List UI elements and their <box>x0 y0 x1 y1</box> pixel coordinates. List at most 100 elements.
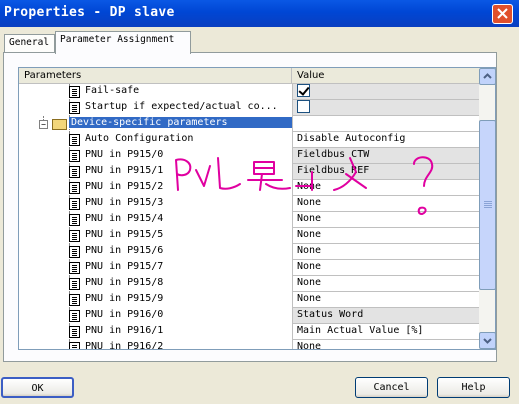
scroll-thumb[interactable] <box>479 120 495 290</box>
value-text: Disable Autoconfig <box>297 133 406 144</box>
parameter-icon <box>69 166 80 178</box>
table-row[interactable]: PNU in P915/4 None <box>19 212 479 228</box>
folder-icon <box>52 119 67 130</box>
value-text: Fieldbus REF <box>297 165 370 176</box>
value-cell[interactable]: Fieldbus CTW <box>292 148 479 164</box>
table-row[interactable]: Fail-safe <box>19 84 479 100</box>
parameter-icon <box>69 86 80 98</box>
table-row[interactable]: Auto Configuration Disable Autoconfig <box>19 132 479 148</box>
checkbox-checked[interactable] <box>297 84 310 97</box>
scroll-up-button[interactable] <box>479 68 495 85</box>
parameter-label: PNU in P915/8 <box>85 277 164 288</box>
table-row[interactable]: PNU in P916/0 Status Word <box>19 308 479 324</box>
parameter-cell[interactable]: PNU in P916/0 <box>19 308 292 324</box>
table-row[interactable]: PNU in P915/1 Fieldbus REF <box>19 164 479 180</box>
tab-parameter-assignment[interactable]: Parameter Assignment <box>55 31 191 54</box>
parameter-cell[interactable]: − Device-specific parameters <box>19 116 292 132</box>
parameter-label: PNU in P915/1 <box>85 165 164 176</box>
value-cell[interactable] <box>292 116 479 132</box>
value-cell[interactable]: Disable Autoconfig <box>292 132 479 148</box>
parameter-cell[interactable]: PNU in P915/6 <box>19 244 292 260</box>
parameter-icon <box>69 278 80 290</box>
table-row[interactable]: PNU in P915/7 None <box>19 260 479 276</box>
value-cell[interactable]: None <box>292 244 479 260</box>
checkbox-unchecked[interactable] <box>297 100 310 113</box>
parameter-label: PNU in P915/7 <box>85 261 164 272</box>
parameter-cell[interactable]: PNU in P915/5 <box>19 228 292 244</box>
table-row[interactable]: − Device-specific parameters <box>19 116 479 132</box>
cancel-button[interactable]: Cancel <box>355 377 428 398</box>
value-text: None <box>297 261 322 272</box>
table-row[interactable]: PNU in P915/8 None <box>19 276 479 292</box>
value-cell[interactable]: Main Actual Value [%] <box>292 324 479 340</box>
tab-general[interactable]: General <box>4 34 55 53</box>
table-row[interactable]: Startup if expected/actual co... <box>19 100 479 116</box>
parameter-cell[interactable]: PNU in P915/8 <box>19 276 292 292</box>
value-cell[interactable]: None <box>292 292 479 308</box>
scroll-down-button[interactable] <box>479 332 495 349</box>
table-row[interactable]: PNU in P915/5 None <box>19 228 479 244</box>
column-header-value[interactable]: Value <box>292 68 479 84</box>
table-row[interactable]: PNU in P915/9 None <box>19 292 479 308</box>
value-text: None <box>297 341 322 350</box>
value-cell[interactable]: Fieldbus REF <box>292 164 479 180</box>
parameter-cell[interactable]: PNU in P916/2 <box>19 340 292 350</box>
close-button[interactable] <box>492 4 513 24</box>
value-cell[interactable]: Status Word <box>292 308 479 324</box>
value-cell[interactable]: None <box>292 196 479 212</box>
value-cell[interactable]: None <box>292 228 479 244</box>
parameter-cell[interactable]: PNU in P915/0 <box>19 148 292 164</box>
parameter-cell[interactable]: Auto Configuration <box>19 132 292 148</box>
value-text: Status Word <box>297 309 364 320</box>
table-row[interactable]: PNU in P915/0 Fieldbus CTW <box>19 148 479 164</box>
parameter-cell[interactable]: PNU in P915/2 <box>19 180 292 196</box>
value-cell[interactable]: None <box>292 212 479 228</box>
value-cell[interactable]: None <box>292 180 479 196</box>
parameter-icon <box>69 230 80 242</box>
arrow-down-icon <box>483 338 492 344</box>
value-text: Main Actual Value [%] <box>297 325 424 336</box>
parameter-icon <box>69 246 80 258</box>
parameter-label: PNU in P916/0 <box>85 309 164 320</box>
parameter-label: PNU in P916/2 <box>85 341 164 350</box>
parameter-label: Startup if expected/actual co... <box>85 101 278 112</box>
table-row[interactable]: PNU in P916/1 Main Actual Value [%] <box>19 324 479 340</box>
parameter-icon <box>69 342 80 349</box>
parameter-icon <box>69 294 80 306</box>
grip-icon <box>484 201 492 202</box>
parameter-label: PNU in P915/6 <box>85 245 164 256</box>
value-cell[interactable]: None <box>292 260 479 276</box>
value-cell[interactable] <box>292 84 479 100</box>
parameter-label: PNU in P915/0 <box>85 149 164 160</box>
parameter-cell[interactable]: Startup if expected/actual co... <box>19 100 292 116</box>
ok-button[interactable]: OK <box>1 377 74 398</box>
parameter-label: PNU in P915/3 <box>85 197 164 208</box>
parameter-icon <box>69 326 80 338</box>
table-row[interactable]: PNU in P915/6 None <box>19 244 479 260</box>
parameter-cell[interactable]: Fail-safe <box>19 84 292 100</box>
parameter-label: Fail-safe <box>85 85 140 96</box>
column-header-parameters[interactable]: Parameters <box>19 68 292 84</box>
value-cell[interactable]: None <box>292 340 479 350</box>
parameter-cell[interactable]: PNU in P915/7 <box>19 260 292 276</box>
parameter-label: PNU in P915/5 <box>85 229 164 240</box>
table-row[interactable]: PNU in P915/3 None <box>19 196 479 212</box>
parameter-cell[interactable]: PNU in P915/1 <box>19 164 292 180</box>
value-cell[interactable] <box>292 100 479 116</box>
parameter-label: Auto Configuration <box>85 133 194 144</box>
table-row[interactable]: PNU in P916/2 None <box>19 340 479 350</box>
value-cell[interactable]: None <box>292 276 479 292</box>
title-bar: Properties - DP slave <box>0 0 519 27</box>
close-icon <box>497 8 508 19</box>
parameter-icon <box>69 198 80 210</box>
table-row[interactable]: PNU in P915/2 None <box>19 180 479 196</box>
parameter-cell[interactable]: PNU in P915/3 <box>19 196 292 212</box>
value-text: None <box>297 245 322 256</box>
collapse-icon[interactable]: − <box>39 120 48 129</box>
parameter-cell[interactable]: PNU in P915/4 <box>19 212 292 228</box>
vertical-scrollbar[interactable] <box>479 68 495 349</box>
parameter-cell[interactable]: PNU in P916/1 <box>19 324 292 340</box>
help-button[interactable]: Help <box>437 377 510 398</box>
parameter-label: PNU in P915/9 <box>85 293 164 304</box>
parameter-cell[interactable]: PNU in P915/9 <box>19 292 292 308</box>
